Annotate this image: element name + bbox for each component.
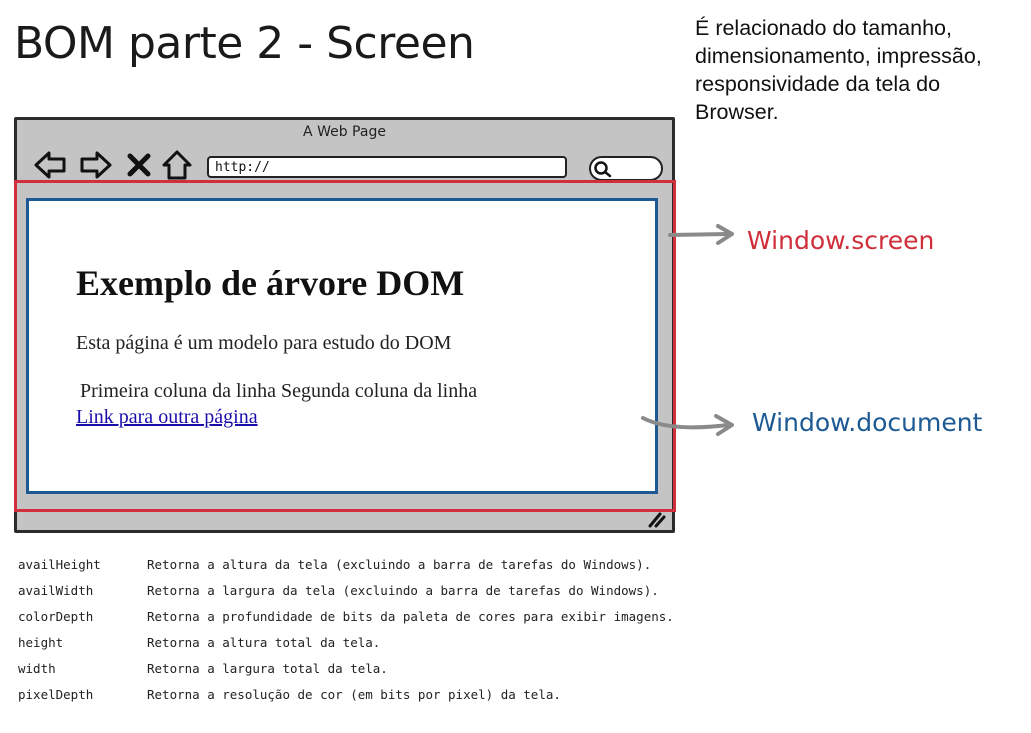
back-arrow-icon[interactable] (33, 148, 67, 182)
property-row: colorDepth Retorna a profundidade de bits… (18, 608, 674, 634)
property-description: Retorna a largura da tela (excluindo a b… (147, 583, 659, 598)
document-link[interactable]: Link para outra página (76, 406, 258, 429)
close-x-icon[interactable] (126, 148, 152, 182)
property-description: Retorna a profundidade de bits da paleta… (147, 609, 674, 624)
search-icon (594, 161, 612, 178)
resize-grip-icon[interactable] (644, 510, 666, 528)
forward-arrow-icon[interactable] (79, 148, 113, 182)
property-name: availHeight (18, 557, 101, 572)
home-icon[interactable] (161, 148, 193, 182)
property-description: Retorna a altura total da tela. (147, 635, 381, 650)
property-description: Retorna a altura da tela (excluindo a ba… (147, 557, 652, 572)
property-description: Retorna a resolução de cor (em bits por … (147, 687, 561, 702)
address-bar[interactable]: http:// (207, 156, 567, 178)
property-name: availWidth (18, 583, 94, 598)
document-paragraph: Esta página é um modelo para estudo do D… (76, 332, 452, 354)
property-row: availHeight Retorna a altura da tela (exc… (18, 556, 674, 582)
property-name: height (18, 635, 64, 650)
property-description: Retorna a largura total da tela. (147, 661, 388, 676)
document-heading: Exemplo de árvore DOM (76, 263, 465, 303)
property-row: availWidth Retorna a largura da tela (exc… (18, 582, 674, 608)
window-screen-label: Window.screen (747, 226, 935, 255)
search-field[interactable] (589, 156, 663, 181)
screen-properties-list: availHeight Retorna a altura da tela (exc… (18, 556, 674, 712)
property-name: pixelDepth (18, 687, 94, 702)
document-arrow-icon (641, 414, 734, 436)
property-row: pixelDepth Retorna a resolução de cor (em… (18, 686, 674, 712)
browser-window-title: A Web Page (303, 124, 386, 140)
description-text: É relacionado do tamanho, dimensionament… (695, 16, 982, 124)
window-document-label: Window.document (752, 408, 983, 437)
property-name: width (18, 661, 56, 676)
document-table-cells: Primeira coluna da linha Segunda coluna … (80, 380, 478, 402)
property-row: height Retorna a altura total da tela. (18, 634, 674, 660)
screen-arrow-icon (668, 224, 734, 245)
page-title: BOM parte 2 - Screen (14, 18, 475, 69)
property-name: colorDepth (18, 609, 94, 624)
property-row: width Retorna a largura total da tela. (18, 660, 674, 686)
